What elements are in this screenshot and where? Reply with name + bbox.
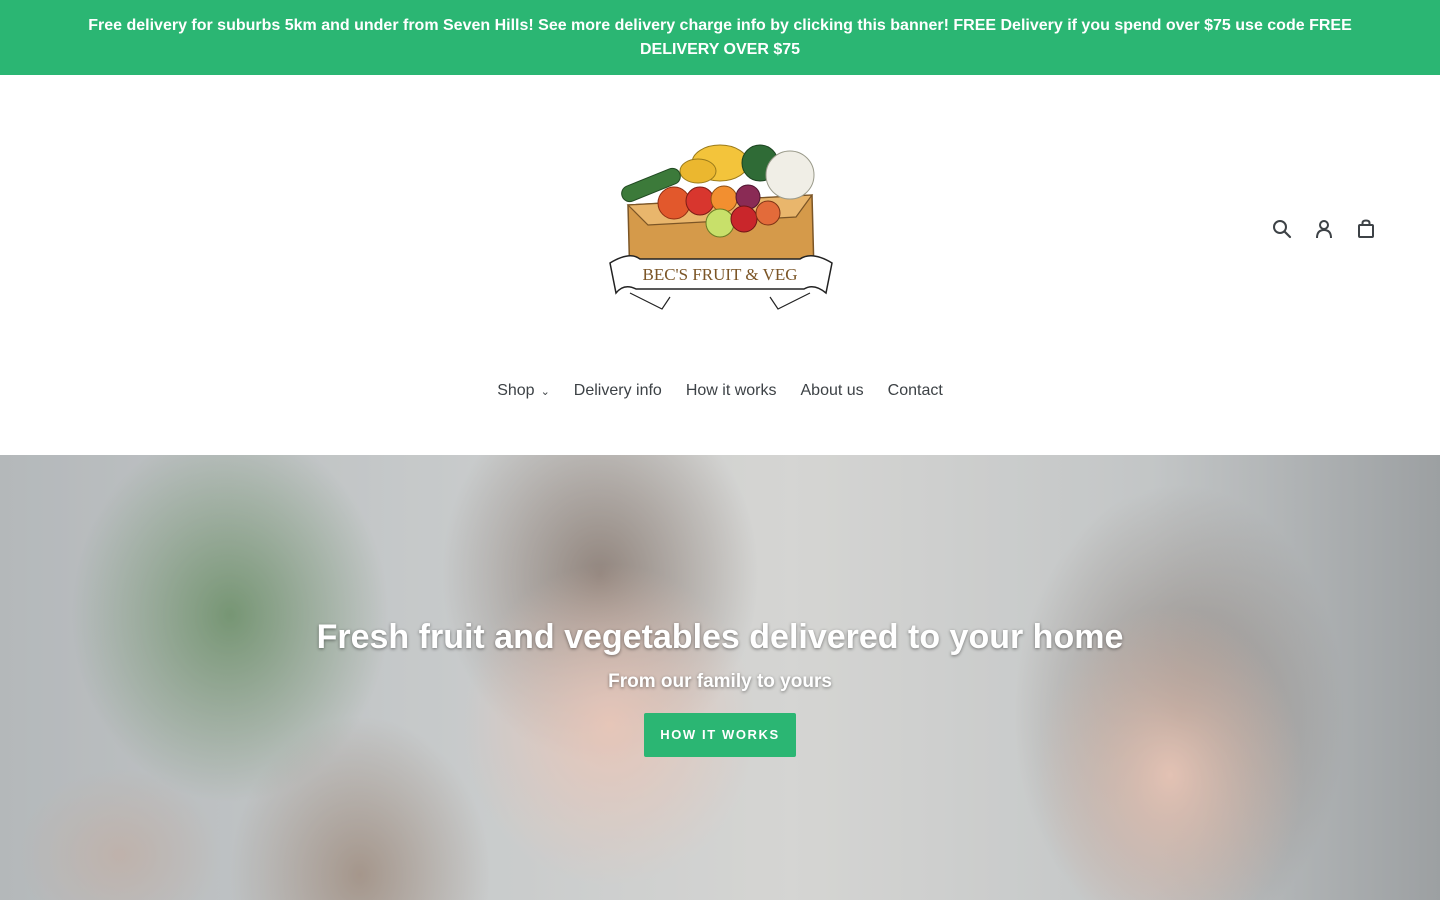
header-icons	[1270, 217, 1378, 241]
nav-item-label: About us	[800, 382, 864, 399]
nav-item-how-it-works[interactable]: How it works	[686, 379, 777, 403]
search-icon[interactable]	[1270, 217, 1294, 241]
nav-item-label: Delivery info	[573, 382, 662, 399]
nav-item-contact[interactable]: Contact	[888, 379, 943, 403]
announcement-bar[interactable]: Free delivery for suburbs 5km and under …	[0, 0, 1440, 75]
nav-item-label: How it works	[685, 382, 777, 399]
nav-item-delivery-info[interactable]: Delivery info	[574, 379, 662, 403]
hero-title: Fresh fruit and vegetables delivered to …	[316, 618, 1124, 656]
chevron-down-icon: ⌄	[540, 386, 550, 398]
nav-item-label: Shop	[497, 382, 535, 399]
account-icon[interactable]	[1312, 217, 1336, 241]
hero-content: Fresh fruit and vegetables delivered to …	[0, 615, 1440, 757]
produce-box-logo-icon: BEC'S FRUIT & VEG	[609, 144, 833, 310]
hero-banner: Fresh fruit and vegetables delivered to …	[0, 455, 1440, 900]
store-logo[interactable]: BEC'S FRUIT & VEG	[600, 133, 840, 323]
how-it-works-button[interactable]: HOW IT WORKS	[644, 713, 796, 757]
nav-item-label: Contact	[887, 382, 943, 399]
nav-item-about-us[interactable]: About us	[801, 379, 864, 403]
main-navigation: Shop ⌄ Delivery info How it works About …	[0, 379, 1440, 403]
announcement-text: Free delivery for suburbs 5km and under …	[88, 16, 1352, 58]
nav-item-shop[interactable]: Shop ⌄	[497, 379, 550, 403]
logo-text: BEC'S FRUIT & VEG	[643, 265, 798, 284]
hero-subtitle: From our family to yours	[608, 671, 832, 692]
cart-icon[interactable]	[1354, 217, 1378, 241]
site-header: BEC'S FRUIT & VEG Shop ⌄ Delivery info H…	[0, 75, 1440, 455]
